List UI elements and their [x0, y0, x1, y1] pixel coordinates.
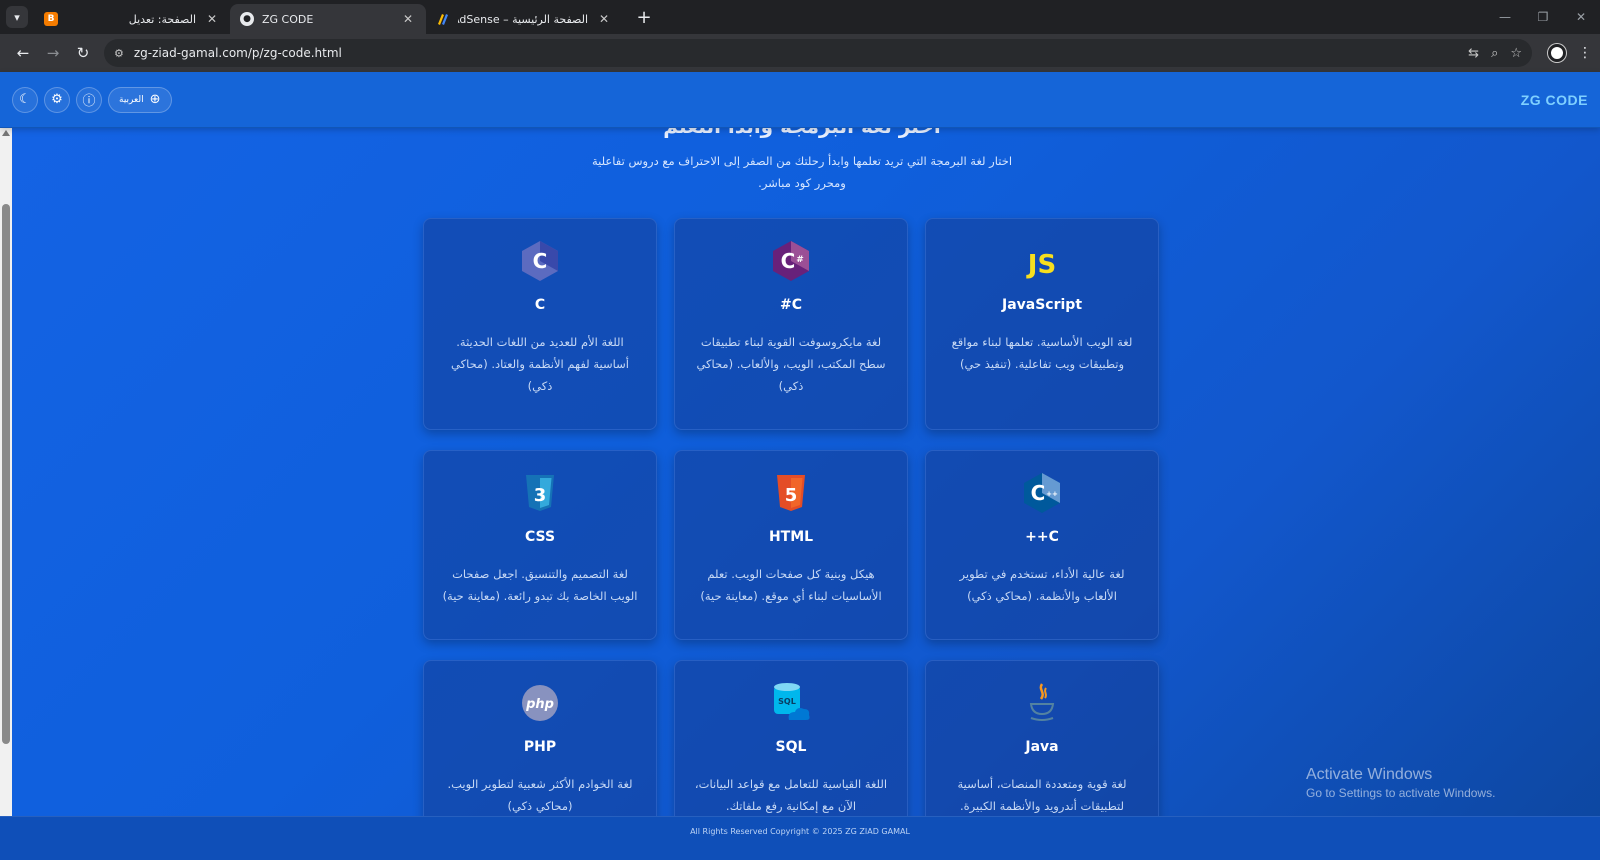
new-tab-icon[interactable]: + [632, 7, 656, 28]
close-window-icon[interactable]: ✕ [1562, 10, 1600, 24]
windows-activation-watermark: Activate Windows Go to Settings to activ… [1306, 766, 1495, 800]
language-description: لغة مايكروسوفت القوية لبناء تطبيقات سطح … [696, 335, 886, 393]
page-scrollbar[interactable] [0, 128, 12, 832]
bookmark-star-icon[interactable]: ☆ [1510, 46, 1522, 61]
menu-kebab-icon[interactable]: ⋮ [1578, 45, 1592, 61]
adsense-favicon-icon [436, 12, 450, 26]
dark-mode-moon-icon[interactable]: ☾ [12, 86, 38, 113]
tab-title: الصفحة الرئيسية – Google AdSense [458, 12, 588, 26]
language-description: لغة الويب الأساسية. تعلمها لبناء مواقع و… [951, 335, 1133, 371]
reload-icon[interactable]: ↻ [68, 38, 98, 68]
language-name: CSS [524, 529, 556, 545]
window-controls: — ❐ ✕ [1486, 0, 1600, 34]
language-card-css[interactable]: 3 CSS لغة التصميم والتنسيق. اجعل صفحات ا… [423, 450, 657, 640]
language-description: لغة قوية ومتعددة المنصات، أساسية لتطبيقا… [957, 777, 1127, 813]
watermark-subtitle: Go to Settings to activate Windows. [1306, 786, 1496, 800]
browser-toolbar: ← → ↻ ⚙ zg-ziad-gamal.com/p/zg-code.html… [0, 34, 1600, 72]
sql-database-icon: SQL [675, 681, 907, 725]
svg-text:SQL: SQL [778, 697, 796, 706]
svg-text:3: 3 [534, 485, 547, 506]
language-name: #C [779, 297, 802, 313]
language-description: اللغة القياسية للتعامل مع قواعد البيانات… [694, 777, 888, 813]
forward-icon[interactable]: → [38, 38, 68, 68]
copyright-text: All Rights Reserved Copyright © 2025 ZG … [690, 827, 910, 836]
language-card-java[interactable]: Java لغة قوية ومتعددة المنصات، أساسية لت… [925, 660, 1159, 832]
svg-text:C: C [781, 249, 796, 273]
translate-icon[interactable]: ⇆ [1468, 46, 1479, 61]
svg-text:5: 5 [785, 485, 798, 506]
svg-text:JS: JS [1026, 250, 1056, 279]
zoom-icon[interactable]: ⌕ [1491, 46, 1498, 61]
cpp-logo-icon: C ++ [926, 471, 1158, 515]
language-card-csharp[interactable]: C # #C لغة مايكروسوفت القوية لبناء تطبيقا… [674, 218, 908, 430]
app-header: ☾ ⚙ ⓘ العربية ⊕ ZG CODE [0, 72, 1600, 128]
scroll-thumb[interactable] [2, 204, 10, 744]
svg-text:php: php [525, 697, 554, 712]
tab-title: ZG CODE [262, 12, 314, 26]
language-label: العربية [119, 94, 144, 105]
language-description: اللغة الأم للعديد من اللغات الحديثة. أسا… [451, 335, 629, 393]
language-name: HTML [768, 529, 814, 545]
blogger-favicon-icon: B [44, 12, 58, 26]
browser-tab-adsense[interactable]: الصفحة الرئيسية – Google AdSense ✕ [426, 4, 622, 34]
language-description: لغة التصميم والتنسيق. اجعل صفحات الويب ا… [442, 567, 638, 603]
language-card-php[interactable]: php PHP لغة الخوادم الأكثر شعبية لتطوير … [423, 660, 657, 832]
info-icon[interactable]: ⓘ [76, 86, 102, 113]
svg-text:#: # [796, 255, 804, 265]
language-button[interactable]: العربية ⊕ [108, 86, 172, 113]
svg-text:C: C [533, 249, 548, 273]
language-card-c[interactable]: C C اللغة الأم للعديد من اللغات الحديثة.… [423, 218, 657, 430]
minimize-icon[interactable]: — [1486, 10, 1524, 24]
css-logo-icon: 3 [424, 471, 656, 515]
page-title: اختر لغة البرمجة وابدأ التعلم [612, 128, 992, 138]
back-icon[interactable]: ← [8, 38, 38, 68]
language-card-html[interactable]: 5 HTML هيكل وبنية كل صفحات الويب. تعلم ا… [674, 450, 908, 640]
tab-search-icon[interactable]: ▾ [6, 6, 28, 28]
tab-close-icon[interactable]: ✕ [400, 12, 416, 26]
javascript-logo-icon: JS [926, 239, 1158, 283]
address-bar[interactable]: ⚙ zg-ziad-gamal.com/p/zg-code.html ⇆ ⌕ ☆ [104, 39, 1532, 67]
watermark-title: Activate Windows [1306, 766, 1433, 783]
language-card-sql[interactable]: SQL SQL اللغة القياسية للتعامل مع قواعد … [674, 660, 908, 832]
scroll-up-icon[interactable] [2, 130, 10, 136]
url-text: zg-ziad-gamal.com/p/zg-code.html [133, 46, 342, 60]
c-logo-icon: C [424, 239, 656, 283]
page-footer: All Rights Reserved Copyright © 2025 ZG … [0, 816, 1600, 860]
page-subtitle: اختار لغة البرمجة التي تريد تعلمها وابدأ… [591, 154, 1013, 190]
site-info-icon[interactable]: ⚙ [114, 47, 124, 60]
language-description: هيكل وبنية كل صفحات الويب. تعلم الأساسيا… [700, 567, 882, 603]
language-card-cpp[interactable]: C ++ ++C لغة عالية الأداء، تستخدم في تطوي… [925, 450, 1159, 640]
globe-icon: ⊕ [149, 92, 161, 107]
browser-tab-zgcode[interactable]: ● ZG CODE ✕ [230, 4, 426, 34]
csharp-logo-icon: C # [675, 239, 907, 283]
language-description: لغة عالية الأداء، تستخدم في تطوير الألعا… [959, 567, 1125, 603]
language-name: ++C [1025, 529, 1059, 545]
tab-close-icon[interactable]: ✕ [204, 12, 220, 26]
settings-gear-icon[interactable]: ⚙ [44, 86, 70, 113]
browser-tabbar: ▾ B الصفحة: تعديل ✕ ● ZG CODE ✕ الصفحة ا… [0, 0, 1600, 34]
html-logo-icon: 5 [675, 471, 907, 515]
restore-icon[interactable]: ❐ [1524, 10, 1562, 24]
language-name: C [534, 297, 546, 313]
language-name: PHP [523, 739, 557, 755]
language-card-javascript[interactable]: JS JavaScript لغة الويب الأساسية. تعلمها… [925, 218, 1159, 430]
tab-title: الصفحة: تعديل [128, 12, 196, 26]
brand-logo[interactable]: ZG CODE [1521, 92, 1588, 108]
language-name: JavaScript [1001, 297, 1083, 313]
main-content: اختر لغة البرمجة وابدأ التعلم اختار لغة … [12, 128, 1600, 832]
java-cup-icon [926, 681, 1158, 725]
language-name: SQL [775, 739, 807, 755]
php-logo-icon: php [424, 681, 656, 725]
site-favicon-icon: ● [240, 12, 254, 26]
language-description: لغة الخوادم الأكثر شعبية لتطوير الويب. (… [447, 777, 633, 813]
browser-tab-blogger[interactable]: B الصفحة: تعديل ✕ [34, 4, 230, 34]
profile-avatar[interactable] [1548, 44, 1566, 62]
language-name: Java [1025, 739, 1059, 755]
svg-text:++: ++ [1046, 490, 1058, 498]
svg-text:C: C [1031, 481, 1046, 505]
tab-close-icon[interactable]: ✕ [596, 12, 612, 26]
